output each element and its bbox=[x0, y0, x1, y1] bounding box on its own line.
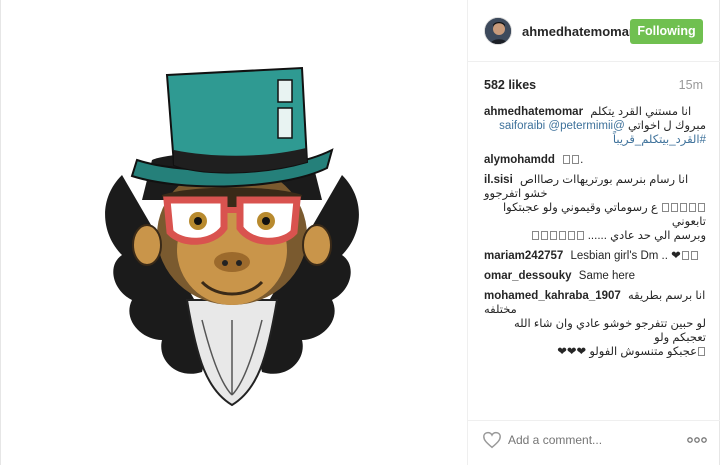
heart-icon[interactable] bbox=[482, 431, 502, 449]
more-options-icon[interactable] bbox=[687, 437, 707, 443]
comments-list: ahmedhatemomar انا مستني القرد يتكلم مبر… bbox=[484, 105, 706, 365]
mention-petermimii[interactable]: @petermimii bbox=[548, 120, 613, 132]
comment-text-line2: ع رسوماتي وقيموني ولو عجبتكوا تابعوني bbox=[502, 202, 706, 228]
author-username[interactable]: ahmedhatemomar bbox=[522, 24, 634, 39]
list-item: alymohamdd . bbox=[484, 153, 706, 167]
emoji-glyph bbox=[681, 251, 689, 260]
monkey-illustration bbox=[105, 66, 359, 407]
post-header: ahmedhatemomar Following bbox=[468, 0, 720, 62]
comment-bar bbox=[468, 420, 720, 465]
comment-username[interactable]: il.sisi bbox=[484, 174, 513, 186]
post-side-panel: ahmedhatemomar Following 582 likes 15m a… bbox=[467, 0, 720, 465]
avatar[interactable] bbox=[484, 17, 512, 45]
list-item: omar_dessouky Same here bbox=[484, 269, 706, 283]
likes-count[interactable]: 582 likes bbox=[484, 78, 536, 92]
comment-username[interactable]: mariam242757 bbox=[484, 250, 563, 262]
following-button[interactable]: Following bbox=[630, 19, 703, 44]
emoji-glyph bbox=[690, 251, 698, 260]
comment-text: Same here bbox=[578, 270, 636, 282]
caption-line1: انا مستني القرد يتكلم bbox=[590, 106, 692, 118]
post-frame: ahmedhatemomar Following 582 likes 15m a… bbox=[0, 0, 720, 465]
caption-line2: مبروك ل اخواتي @saiforaibi @petermimii bbox=[484, 119, 706, 133]
list-item: il.sisi انا رسام بنرسم بورتريهاات رصاااص… bbox=[484, 173, 706, 243]
comment-text-line3: عجبكو متنسوش الفولو ❤❤❤ bbox=[484, 345, 706, 359]
comment-username[interactable]: alymohamdd bbox=[484, 154, 555, 166]
post-image[interactable] bbox=[2, 0, 467, 465]
comment-text: . bbox=[580, 154, 584, 166]
post-time: 15m bbox=[678, 78, 703, 92]
emoji-glyph bbox=[563, 155, 571, 164]
caption-username[interactable]: ahmedhatemomar bbox=[484, 106, 583, 118]
list-item: mohamed_kahraba_1907 انا برسم بطريقه مخت… bbox=[484, 289, 706, 359]
comment-username[interactable]: mohamed_kahraba_1907 bbox=[484, 290, 621, 302]
comment-username[interactable]: omar_dessouky bbox=[484, 270, 572, 282]
caption-line2-text: مبروك ل اخواتي bbox=[628, 120, 706, 132]
caption-hashtag[interactable]: #القرد_بيتكلم_قريباً bbox=[484, 133, 706, 147]
caption: ahmedhatemomar انا مستني القرد يتكلم مبر… bbox=[484, 105, 706, 147]
avatar-image bbox=[485, 18, 511, 44]
emoji-glyph bbox=[572, 155, 580, 164]
comment-text-line3: وبرسم الي حد عادي ...... bbox=[484, 229, 706, 243]
comment-text: Lesbian girl's Dm .. ❤ bbox=[570, 250, 681, 262]
comment-text: انا رسام بنرسم بورتريهاات رصاااص خشو اتف… bbox=[484, 174, 689, 200]
comment-text-line2: لو حبين تتفرجو خوشو عادي وان شاء الله تع… bbox=[513, 318, 706, 344]
list-item: mariam242757 Lesbian girl's Dm .. ❤ bbox=[484, 249, 706, 263]
add-comment-input[interactable] bbox=[508, 431, 668, 449]
